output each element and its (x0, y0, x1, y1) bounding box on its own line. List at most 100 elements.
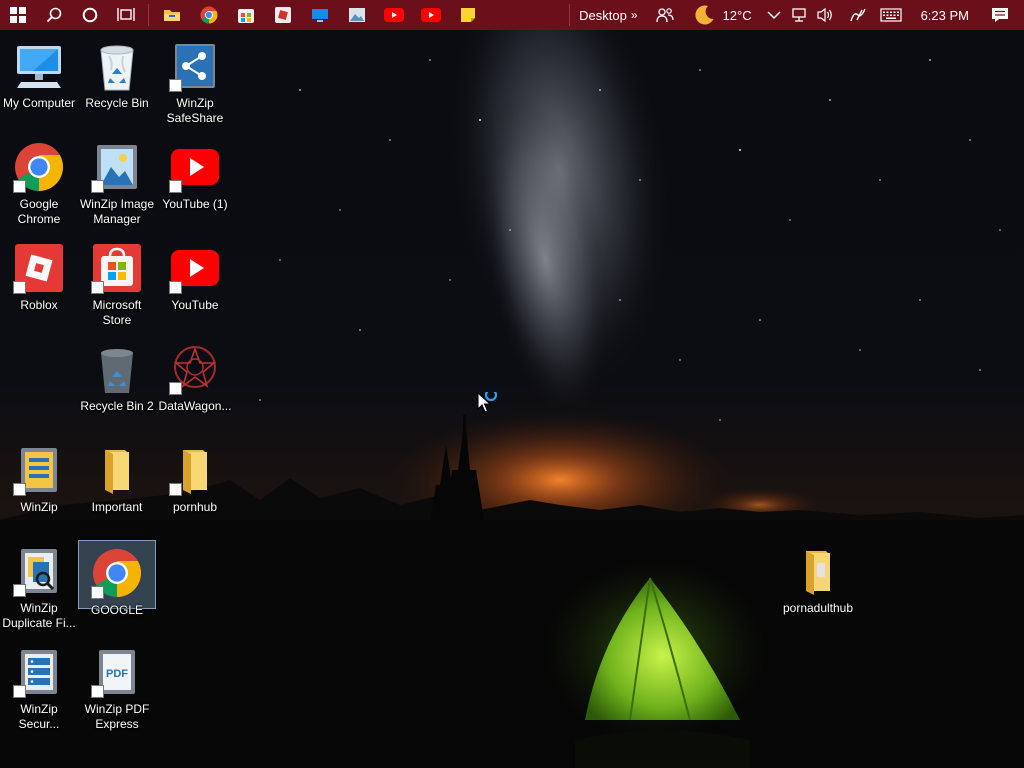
shortcut-arrow-icon (169, 483, 182, 496)
taskbar-youtube-2[interactable] (412, 0, 449, 30)
task-view-button[interactable] (108, 0, 144, 30)
shortcut-arrow-icon (13, 584, 26, 597)
shortcut-arrow-icon (91, 685, 104, 698)
file-explorer-icon (163, 10, 180, 21)
network-button[interactable] (786, 0, 812, 30)
taskbar-roblox[interactable] (264, 0, 301, 30)
svg-text:PDF: PDF (106, 668, 128, 680)
windows-logo-icon (10, 7, 26, 23)
taskbar-divider (148, 4, 149, 26)
desktop-icon-winzip-image-manager[interactable]: WinZip Image Manager (78, 135, 156, 235)
shortcut-arrow-icon (13, 281, 26, 294)
system-tray: Desktop » 12°C 6:23 PM (565, 0, 1024, 30)
start-button[interactable] (0, 0, 36, 30)
desktop-icon-youtube-1[interactable]: YouTube (1) (156, 135, 234, 235)
shortcut-arrow-icon (13, 483, 26, 496)
taskbar-monitor-app[interactable] (301, 0, 338, 30)
speaker-icon (816, 7, 832, 23)
desktop-icon-microsoft-store[interactable]: Microsoft Store (78, 236, 156, 336)
shortcut-arrow-icon (169, 281, 182, 294)
temperature: 12°C (722, 7, 752, 23)
desktop-icon-label: Roblox (20, 298, 58, 312)
pen-icon (849, 8, 866, 22)
desktop-icon-pornadulthub-folder[interactable]: pornadulthub (779, 539, 857, 639)
desktop-icon-label: Important (91, 500, 143, 514)
desktop-icon-label: Google Chrome (17, 197, 61, 226)
desktop-icon-recycle-bin[interactable]: Recycle Bin (78, 34, 156, 134)
desktop-icon-label: WinZip Duplicate Fi... (2, 601, 76, 630)
desktop-icon-label: WinZip (20, 500, 58, 514)
desktop-icon-label: WinZip Image Manager (79, 197, 155, 226)
desktop-icon-label: Microsoft Store (92, 298, 142, 327)
desktop-toolbar[interactable]: Desktop » (574, 0, 650, 30)
desktop-icon-label: WinZip SafeShare (166, 96, 224, 125)
folder-icon (806, 551, 830, 595)
desktop-icon-winzip-safeshare[interactable]: WinZip SafeShare (156, 34, 234, 134)
sticky-notes-icon (460, 8, 475, 22)
taskbar-chrome[interactable] (190, 0, 227, 30)
desktop-icon-label: pornadulthub (782, 601, 854, 615)
desktop-icon-label: DataWagon... (158, 399, 232, 413)
folder-icon (105, 450, 129, 494)
moon-icon (694, 5, 714, 25)
desktop-icon-youtube[interactable]: YouTube (156, 236, 234, 336)
desktop-icon-pornhub-folder[interactable]: pornhub (156, 438, 234, 538)
action-center-button[interactable] (983, 0, 1024, 30)
desktop-icon-label: pornhub (172, 500, 218, 514)
tray-divider (569, 4, 571, 26)
desktop-icon-label: Recycle Bin (85, 96, 149, 110)
desktop-icon-winzip-pdf-express[interactable]: PDF WinZip PDF Express (78, 640, 156, 740)
clock-time: 6:23 PM (920, 7, 969, 23)
taskbar-youtube[interactable] (375, 0, 412, 30)
keyboard-icon (879, 8, 902, 22)
desktop-icon-winzip-duplicate-finder[interactable]: WinZip Duplicate Fi... (0, 539, 78, 639)
taskbar-photos[interactable] (338, 0, 375, 30)
shortcut-arrow-icon (91, 281, 104, 294)
shortcut-arrow-icon (169, 382, 182, 395)
desktop-icon-winzip-secure-backup[interactable]: WinZip Secur... (0, 640, 78, 740)
volume-button[interactable] (812, 0, 839, 30)
desktop-icon-winzip[interactable]: WinZip (0, 438, 78, 538)
desktop-icon-recycle-bin-2[interactable]: Recycle Bin 2 (78, 337, 156, 437)
network-icon (791, 8, 806, 22)
pen-workspace-button[interactable] (839, 0, 872, 30)
shortcut-arrow-icon (169, 180, 182, 193)
youtube-icon (383, 8, 404, 22)
monitor-app-icon (311, 9, 328, 22)
taskbar: Desktop » 12°C 6:23 PM (0, 0, 1024, 30)
show-hidden-icons-button[interactable] (757, 0, 786, 30)
desktop-icon-label: Recycle Bin 2 (80, 399, 154, 413)
desktop-icon-google-selected[interactable]: GOOGLE (78, 540, 156, 617)
clock[interactable]: 6:23 PM (907, 0, 983, 30)
desktop-icon-important-folder[interactable]: Important (78, 438, 156, 538)
weather-widget[interactable]: 12°C (679, 0, 757, 30)
shortcut-arrow-icon (91, 586, 104, 599)
taskbar-file-explorer[interactable] (153, 0, 190, 30)
store-icon (237, 9, 254, 23)
taskbar-store[interactable] (227, 0, 264, 30)
people-button[interactable] (651, 0, 679, 30)
desktop-icon-datawagon[interactable]: DataWagon... (156, 337, 234, 437)
computer-icon (17, 46, 61, 88)
people-icon (655, 8, 674, 23)
desktop-icon-label: YouTube (1) (162, 197, 228, 211)
desktop-icon-google-chrome[interactable]: Google Chrome (0, 135, 78, 235)
photos-icon (348, 8, 365, 22)
cortana-button[interactable] (72, 0, 108, 30)
taskbar-sticky-notes[interactable] (449, 0, 486, 30)
roblox-icon (274, 7, 291, 23)
desktop-icon-roblox[interactable]: Roblox (0, 236, 78, 336)
shortcut-arrow-icon (91, 180, 104, 193)
shortcut-arrow-icon (13, 685, 26, 698)
desktop-icon-my-computer[interactable]: My Computer (0, 34, 78, 134)
task-view-icon (117, 8, 135, 21)
recycle-bin-icon (100, 45, 134, 91)
shortcut-arrow-icon (13, 180, 26, 193)
search-icon (46, 7, 62, 23)
search-button[interactable] (36, 0, 72, 30)
touch-keyboard-button[interactable] (872, 0, 907, 30)
desktop-icon-label: WinZip Secur... (18, 702, 60, 731)
desktop-icon-label: My Computer (2, 96, 76, 110)
shortcut-arrow-icon (169, 79, 182, 92)
busy-cursor-icon (477, 392, 498, 413)
